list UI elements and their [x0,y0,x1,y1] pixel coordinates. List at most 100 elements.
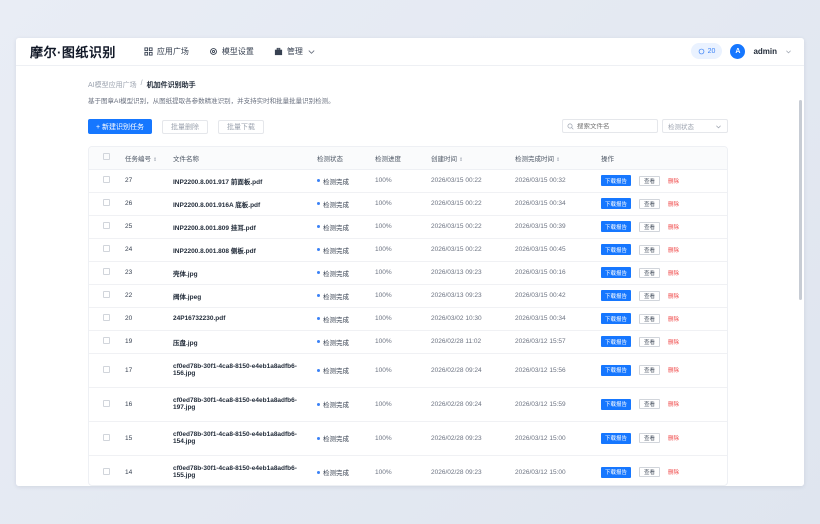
nav-manage[interactable]: 管理 [274,46,316,57]
user-name[interactable]: admin [753,47,777,56]
table-row: 24 INP2200.8.001.808 侧板.pdf 检测完成 100% 20… [89,238,727,262]
batch-download-button[interactable]: 批量下载 [218,119,265,134]
table-row: 22 阀体.jpeg 检测完成 100% 2026/03/13 09:23 20… [89,284,727,308]
briefcase-icon [274,47,282,56]
toolbar: + 新建识别任务 批量删除 批量下载 [88,119,265,134]
task-id: 23 [125,261,173,285]
delete-link[interactable]: 删除 [668,246,679,254]
status-filter-select[interactable]: 检测状态 [662,119,728,133]
view-button[interactable]: 查看 [639,290,661,301]
delete-link[interactable]: 删除 [668,366,679,374]
download-report-button[interactable]: 下载报告 [601,175,632,186]
download-report-button[interactable]: 下载报告 [601,432,632,444]
breadcrumb-parent[interactable]: AI模型应用广场 [88,80,137,90]
download-report-button[interactable]: 下载报告 [601,364,632,376]
table-row: 23 壳体.jpg 检测完成 100% 2026/03/13 09:23 202… [89,261,727,285]
progress: 100% [375,387,431,422]
search-icon [567,123,574,130]
download-report-button[interactable]: 下载报告 [601,198,632,209]
row-checkbox[interactable] [103,268,110,275]
view-button[interactable]: 查看 [639,221,661,232]
select-all-checkbox[interactable] [103,153,110,161]
download-report-button[interactable]: 下载报告 [601,244,632,255]
row-actions: 下载报告 查看 删除 [601,267,727,278]
col-finished[interactable]: 检测完成时间 ⇕ [515,147,601,170]
delete-link[interactable]: 删除 [668,292,679,300]
chevron-down-icon [308,50,315,54]
delete-link[interactable]: 删除 [668,338,679,346]
chevron-down-icon[interactable] [785,48,792,55]
download-report-button[interactable]: 下载报告 [601,466,632,478]
view-button[interactable]: 查看 [639,336,661,347]
row-actions: 下载报告 查看 删除 [601,244,727,255]
nav-model-settings[interactable]: 模型设置 [209,46,254,57]
download-report-button[interactable]: 下载报告 [601,398,632,410]
created-time: 2026/03/15 00:22 [431,215,515,239]
delete-link[interactable]: 删除 [668,269,679,277]
delete-link[interactable]: 删除 [668,177,679,185]
credits-badge[interactable]: 20 [690,43,723,59]
view-button[interactable]: 查看 [639,244,661,255]
download-report-button[interactable]: 下载报告 [601,336,632,347]
delete-link[interactable]: 删除 [668,223,679,231]
delete-link[interactable]: 删除 [668,200,679,208]
status-filter-value: 检测状态 [668,124,694,131]
search-input[interactable] [577,122,657,130]
row-checkbox[interactable] [103,337,110,344]
row-actions: 下载报告 查看 删除 [601,313,727,324]
scrollbar[interactable] [799,100,802,300]
new-task-button[interactable]: + 新建识别任务 [88,119,153,134]
download-report-button[interactable]: 下载报告 [601,267,632,278]
delete-link[interactable]: 删除 [668,400,679,408]
download-report-button[interactable]: 下载报告 [601,290,632,301]
row-checkbox[interactable] [103,291,110,298]
view-button[interactable]: 查看 [639,313,661,324]
breadcrumb-separator: / [140,80,143,87]
search-box[interactable] [562,119,658,133]
finished-time: 2026/03/15 00:45 [515,238,601,262]
created-time: 2026/02/28 09:24 [431,353,515,388]
status-dot [317,271,320,274]
view-button[interactable]: 查看 [639,467,661,477]
task-id: 19 [125,330,173,354]
row-checkbox[interactable] [103,199,110,206]
task-id: 24 [125,238,173,262]
row-checkbox[interactable] [103,222,110,229]
row-checkbox[interactable] [103,467,110,475]
status-badge: 检测完成 [317,222,375,232]
nav-app-square[interactable]: 应用广场 [144,46,189,57]
user-area: 20 A admin [690,43,792,59]
file-name: INP2200.8.001.809 挂耳.pdf [173,215,317,239]
task-id: 22 [125,284,173,308]
view-button[interactable]: 查看 [639,198,661,209]
view-button[interactable]: 查看 [639,433,661,443]
row-checkbox[interactable] [103,176,110,183]
row-checkbox[interactable] [103,314,110,321]
brand-logo[interactable]: 摩尔·图纸识别 [30,42,116,61]
view-button[interactable]: 查看 [639,365,661,375]
download-report-button[interactable]: 下载报告 [601,313,632,324]
status-badge: 检测完成 [317,291,375,301]
delete-link[interactable]: 删除 [668,315,679,323]
file-name: INP2200.8.001.917 前面板.pdf [173,169,317,193]
file-name: cf0ed78b-30f1-4ca8-8150-e4eb1a8adfb6-156… [173,353,317,388]
col-id[interactable]: 任务编号 ⇕ [125,147,173,170]
progress: 100% [375,455,431,485]
col-created[interactable]: 创建时间 ⇕ [431,147,515,170]
download-report-button[interactable]: 下载报告 [601,221,632,232]
row-checkbox[interactable] [103,245,110,252]
finished-time: 2026/03/15 00:16 [515,261,601,285]
view-button[interactable]: 查看 [639,267,661,278]
view-button[interactable]: 查看 [639,399,661,409]
avatar[interactable]: A [730,43,746,59]
delete-link[interactable]: 删除 [668,434,679,442]
row-checkbox[interactable] [103,433,110,441]
row-checkbox[interactable] [103,365,110,373]
batch-delete-button[interactable]: 批量删除 [162,119,209,134]
view-button[interactable]: 查看 [639,175,661,186]
delete-link[interactable]: 删除 [668,468,679,476]
progress: 100% [375,169,431,193]
row-checkbox[interactable] [103,399,110,407]
status-badge: 检测完成 [317,399,375,409]
finished-time: 2026/03/15 00:34 [515,192,601,216]
